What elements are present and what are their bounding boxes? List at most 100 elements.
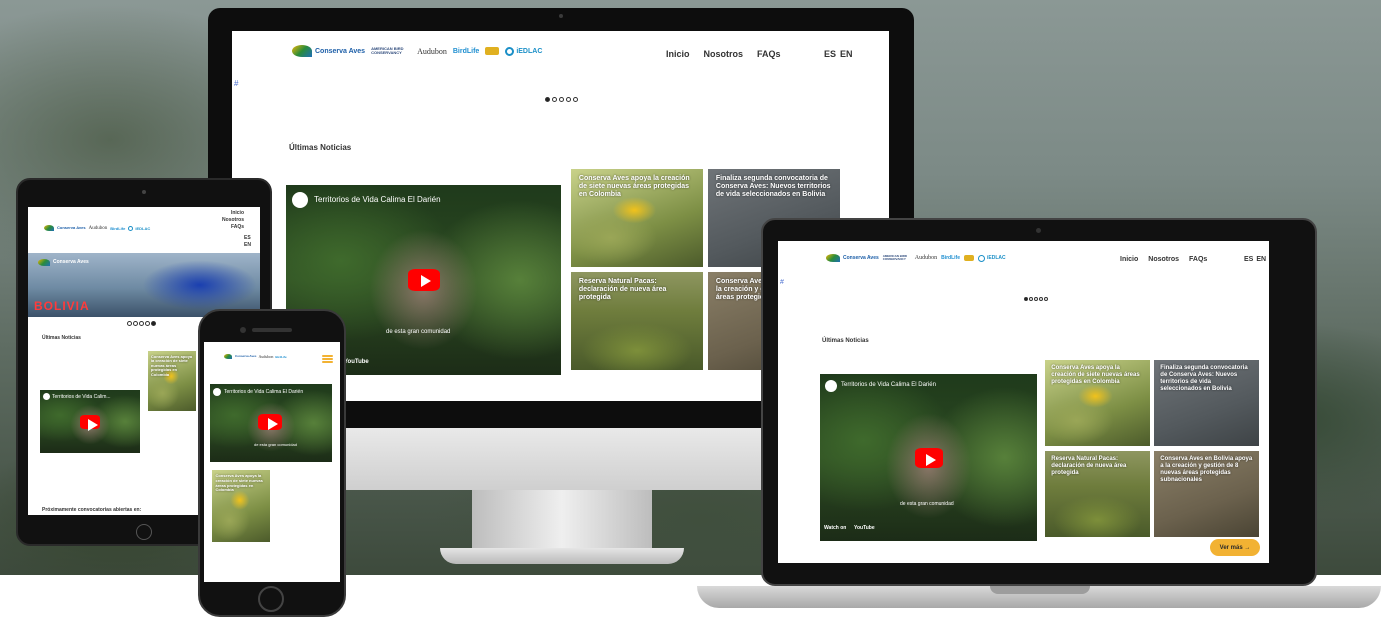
carousel-dot[interactable]: [1034, 297, 1038, 301]
main-nav: Inicio Nosotros FAQs: [666, 49, 781, 59]
lang-es[interactable]: ES: [1244, 256, 1253, 263]
iedlac-text: iEDLAC: [516, 47, 543, 55]
carousel-dots: [127, 321, 156, 326]
news-card[interactable]: Reserva Natural Pacas: declaración de nu…: [1045, 451, 1150, 537]
channel-logo-icon: [43, 393, 50, 400]
carousel-dot[interactable]: [559, 97, 564, 102]
nav-faqs[interactable]: FAQs: [231, 224, 244, 230]
lang-es[interactable]: ES: [244, 235, 251, 241]
video-caption: de esta gran comunidad: [254, 442, 297, 447]
news-card[interactable]: Conserva Aves apoya la creación de siete…: [571, 169, 703, 267]
carousel-dot[interactable]: [573, 97, 578, 102]
nav-inicio[interactable]: Inicio: [666, 49, 690, 59]
conserva-aves-logo[interactable]: Conserva Aves: [44, 225, 86, 231]
carousel-dot[interactable]: [1044, 297, 1048, 301]
lang-en[interactable]: EN: [244, 242, 251, 248]
news-card[interactable]: Conserva Aves en Bolivia apoya a la crea…: [1154, 451, 1259, 537]
youtube-logo[interactable]: YouTube: [854, 525, 875, 531]
lang-es[interactable]: ES: [824, 49, 836, 59]
play-icon[interactable]: [915, 448, 943, 468]
play-icon[interactable]: [408, 269, 440, 291]
iedlac-logo: iEDLAC: [128, 225, 151, 231]
carousel-dot[interactable]: [1024, 297, 1028, 301]
iedlac-logo: iEDLAC: [978, 254, 1006, 262]
section-title: Últimas Noticias: [42, 335, 81, 341]
partner-mini-logo: [485, 47, 500, 55]
nav-faqs[interactable]: FAQs: [757, 49, 781, 59]
news-title: Finaliza segunda convocatoria de Conserv…: [1160, 365, 1248, 392]
partner-logos: Conserva Aves Audubon BirdLife iEDLAC: [44, 225, 150, 231]
phone-home-button: [258, 586, 284, 612]
conserva-aves-logo[interactable]: Conserva Aves: [826, 254, 879, 262]
hamburger-line: [322, 355, 333, 357]
partner-logos: Conserva Aves Audubon BirdLife: [224, 354, 287, 359]
birdlife-logo: BirdLife: [110, 225, 126, 231]
hamburger-line: [322, 358, 333, 360]
swoosh-icon: [44, 225, 54, 231]
nav-nosotros[interactable]: Nosotros: [222, 217, 244, 223]
video-player[interactable]: Territorios de Vida Calim...: [40, 390, 140, 453]
nav-inicio[interactable]: Inicio: [231, 210, 244, 216]
carousel-dot[interactable]: [552, 97, 557, 102]
channel-logo-icon: [213, 388, 221, 396]
swoosh-icon: [224, 354, 232, 359]
section-title: Últimas Noticias: [822, 338, 869, 344]
nav-inicio[interactable]: Inicio: [1120, 256, 1138, 263]
lang-en[interactable]: EN: [1256, 256, 1266, 263]
news-title: Reserva Natural Pacas: declaración de nu…: [578, 277, 667, 301]
tablet-camera: [142, 190, 146, 194]
carousel-dot[interactable]: [1029, 297, 1033, 301]
news-card[interactable]: Finaliza segunda convocatoria de Conserv…: [1154, 360, 1259, 446]
phone-screen: Conserva Aves Audubon BirdLife Territori…: [204, 342, 340, 582]
nav-nosotros[interactable]: Nosotros: [1148, 256, 1179, 263]
video-caption: de esta gran comunidad: [900, 501, 954, 507]
birdlife-logo: BirdLife: [275, 354, 287, 359]
conserva-aves-logo[interactable]: Conserva Aves: [292, 45, 365, 57]
lang-en[interactable]: EN: [840, 49, 853, 59]
partner-logos: Conserva Aves AMERICAN BIRD CONSERVANCY …: [292, 45, 542, 57]
nav-faqs[interactable]: FAQs: [1189, 256, 1207, 263]
news-card[interactable]: Reserva Natural Pacas: declaración de nu…: [571, 272, 703, 370]
audubon-logo: Audubon: [258, 354, 274, 359]
play-icon[interactable]: [258, 414, 282, 431]
video-player[interactable]: Territorios de Vida Calima El Darién de …: [820, 374, 1037, 541]
carousel-dot[interactable]: [139, 321, 144, 326]
news-card[interactable]: Conserva Aves apoya la creación de siete…: [1045, 360, 1150, 446]
carousel-dots: [545, 97, 578, 102]
carousel-dot[interactable]: [133, 321, 138, 326]
conserva-aves-logo[interactable]: Conserva Aves: [224, 354, 256, 359]
carousel-dot[interactable]: [127, 321, 132, 326]
logo-text: Conserva Aves: [57, 225, 86, 230]
news-card[interactable]: Conserva Aves apoya la creación de siete…: [148, 351, 196, 411]
section-title: Últimas Noticias: [289, 143, 352, 152]
news-title: Conserva Aves apoya la creación de siete…: [150, 353, 193, 377]
carousel-dot[interactable]: [145, 321, 150, 326]
logo-text: Conserva Aves: [53, 259, 89, 265]
watch-on-label: Watch on: [824, 525, 847, 531]
carousel-dot[interactable]: [566, 97, 571, 102]
banner-logo: Conserva Aves: [38, 259, 89, 266]
device-mockup-scene: Conserva Aves AMERICAN BIRD CONSERVANCY …: [0, 0, 1381, 617]
carousel-dot[interactable]: [151, 321, 156, 326]
broken-image-icon: #: [780, 279, 784, 286]
tablet-home-button: [136, 524, 152, 540]
nav-nosotros[interactable]: Nosotros: [704, 49, 744, 59]
swoosh-icon: [38, 259, 50, 266]
hamburger-line: [322, 361, 333, 363]
iedlac-text: iEDLAC: [135, 225, 151, 231]
news-card[interactable]: Conserva Aves apoya la creación de siete…: [212, 470, 270, 542]
audubon-logo: Audubon: [914, 255, 938, 261]
carousel-dot[interactable]: [545, 97, 550, 102]
youtube-logo[interactable]: YouTube: [344, 359, 369, 365]
play-icon[interactable]: [80, 415, 100, 431]
see-more-button[interactable]: Ver más →: [1210, 539, 1260, 556]
laptop-screen: Conserva Aves AMERICAN BIRD CONSERVANCY …: [778, 241, 1269, 563]
menu-hamburger-icon[interactable]: [322, 355, 333, 363]
laptop-notch: [990, 586, 1090, 594]
video-player[interactable]: Territorios de Vida Calima El Darién de …: [210, 384, 332, 462]
language-switcher: ES EN: [824, 49, 853, 59]
main-nav: Inicio Nosotros FAQs: [1120, 256, 1207, 263]
monitor-camera: [559, 14, 563, 18]
carousel-dot[interactable]: [1039, 297, 1043, 301]
channel-logo-icon: [825, 380, 837, 392]
